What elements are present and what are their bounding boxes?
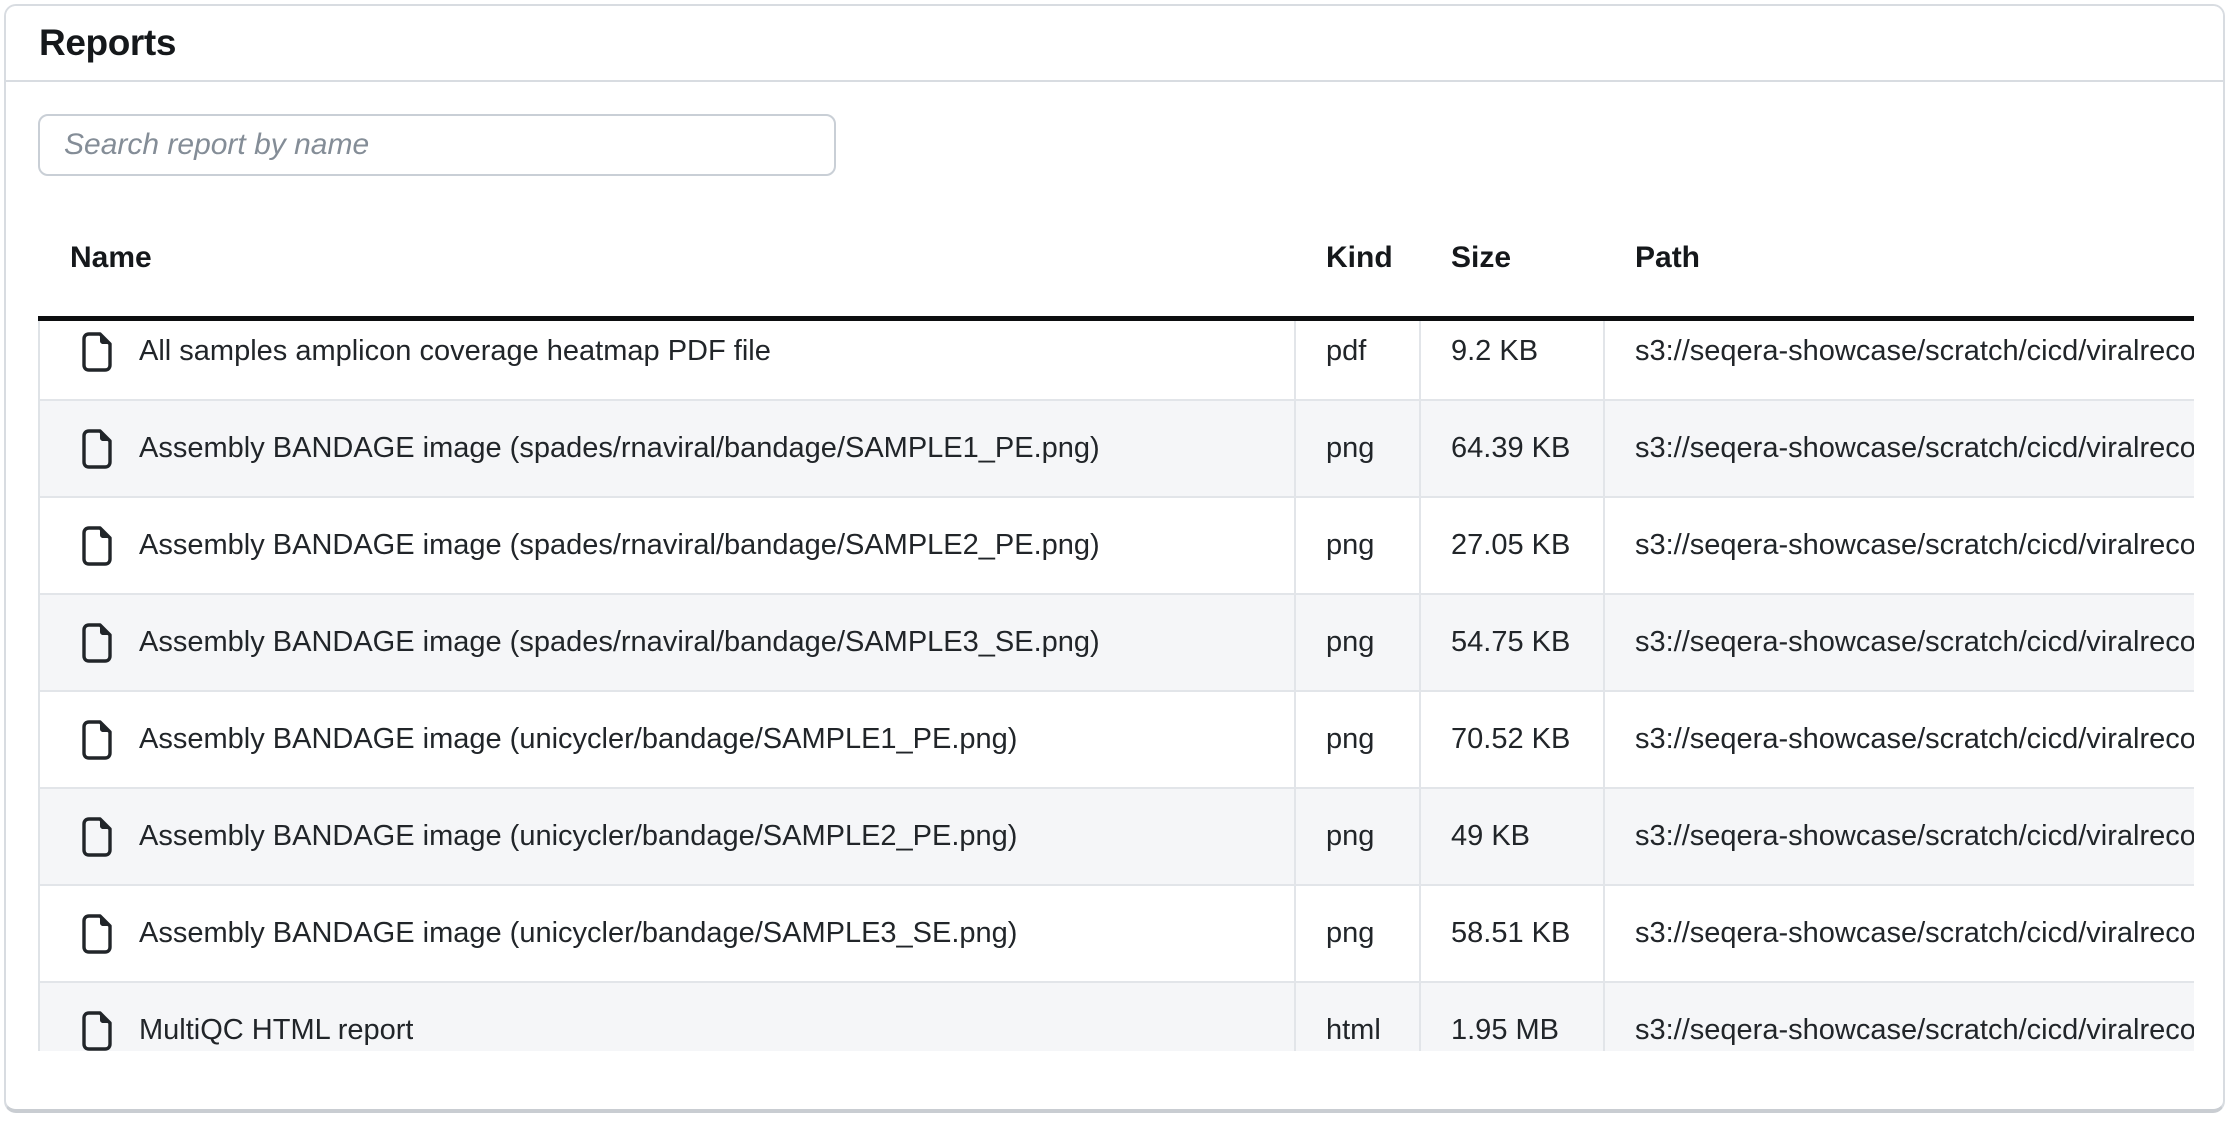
card-header: Reports xyxy=(6,6,2223,82)
report-size: 1.95 MB xyxy=(1419,983,1603,1051)
report-size: 64.39 KB xyxy=(1419,401,1603,496)
file-icon xyxy=(81,817,113,857)
report-kind: png xyxy=(1294,498,1419,593)
file-icon xyxy=(81,720,113,760)
report-name: Assembly BANDAGE image (spades/rnaviral/… xyxy=(139,529,1100,562)
column-header-name: Name xyxy=(38,200,1294,316)
report-kind: png xyxy=(1294,692,1419,787)
table-header-row: Name Kind Size Path xyxy=(38,200,2194,321)
report-name: Assembly BANDAGE image (unicycler/bandag… xyxy=(139,723,1017,756)
report-name: Assembly BANDAGE image (spades/rnaviral/… xyxy=(139,626,1100,659)
file-icon xyxy=(81,526,113,566)
name-cell: MultiQC HTML report xyxy=(40,983,1294,1051)
report-kind: png xyxy=(1294,886,1419,981)
table-row[interactable]: Assembly BANDAGE image (spades/rnaviral/… xyxy=(40,595,2194,692)
report-kind: png xyxy=(1294,789,1419,884)
reports-card: Reports Name Kind Size Path All samples … xyxy=(4,4,2225,1113)
file-icon xyxy=(81,623,113,663)
column-header-path: Path xyxy=(1603,200,2194,316)
report-name: Assembly BANDAGE image (unicycler/bandag… xyxy=(139,820,1017,853)
table-row[interactable]: Assembly BANDAGE image (spades/rnaviral/… xyxy=(40,401,2194,498)
report-kind: html xyxy=(1294,983,1419,1051)
report-size: 58.51 KB xyxy=(1419,886,1603,981)
report-kind: pdf xyxy=(1294,321,1419,399)
table-scroll-viewport[interactable]: All samples amplicon coverage heatmap PD… xyxy=(38,321,2194,1051)
report-name: Assembly BANDAGE image (unicycler/bandag… xyxy=(139,917,1017,950)
report-path: s3://seqera-showcase/scratch/cicd/viralr… xyxy=(1603,886,2194,981)
name-cell: Assembly BANDAGE image (spades/rnaviral/… xyxy=(40,595,1294,690)
report-path: s3://seqera-showcase/scratch/cicd/viralr… xyxy=(1603,789,2194,884)
page-title: Reports xyxy=(39,22,176,64)
table-row[interactable]: Assembly BANDAGE image (unicycler/bandag… xyxy=(40,692,2194,789)
report-name: MultiQC HTML report xyxy=(139,1014,413,1047)
name-cell: Assembly BANDAGE image (spades/rnaviral/… xyxy=(40,401,1294,496)
file-icon xyxy=(81,1011,113,1051)
name-cell: All samples amplicon coverage heatmap PD… xyxy=(40,321,1294,399)
report-size: 9.2 KB xyxy=(1419,321,1603,399)
search-input[interactable] xyxy=(38,114,836,176)
report-path: s3://seqera-showcase/scratch/cicd/viralr… xyxy=(1603,401,2194,496)
report-size: 49 KB xyxy=(1419,789,1603,884)
report-size: 70.52 KB xyxy=(1419,692,1603,787)
file-icon xyxy=(81,914,113,954)
table-row[interactable]: All samples amplicon coverage heatmap PD… xyxy=(40,321,2194,401)
reports-table: Name Kind Size Path All samples amplicon… xyxy=(38,200,2194,1051)
name-cell: Assembly BANDAGE image (unicycler/bandag… xyxy=(40,692,1294,787)
report-path: s3://seqera-showcase/scratch/cicd/viralr… xyxy=(1603,321,2194,399)
report-path: s3://seqera-showcase/scratch/cicd/viralr… xyxy=(1603,692,2194,787)
report-path: s3://seqera-showcase/scratch/cicd/viralr… xyxy=(1603,983,2194,1051)
table-body: All samples amplicon coverage heatmap PD… xyxy=(40,321,2194,1051)
card-body: Name Kind Size Path All samples amplicon… xyxy=(6,82,2223,1051)
table-row[interactable]: Assembly BANDAGE image (unicycler/bandag… xyxy=(40,886,2194,983)
report-name: Assembly BANDAGE image (spades/rnaviral/… xyxy=(139,432,1100,465)
column-header-kind: Kind xyxy=(1294,200,1419,316)
report-size: 27.05 KB xyxy=(1419,498,1603,593)
report-path: s3://seqera-showcase/scratch/cicd/viralr… xyxy=(1603,498,2194,593)
report-kind: png xyxy=(1294,595,1419,690)
file-icon xyxy=(81,429,113,469)
column-header-size: Size xyxy=(1419,200,1603,316)
table-row[interactable]: Assembly BANDAGE image (unicycler/bandag… xyxy=(40,789,2194,886)
name-cell: Assembly BANDAGE image (unicycler/bandag… xyxy=(40,789,1294,884)
file-icon xyxy=(81,332,113,372)
table-row[interactable]: Assembly BANDAGE image (spades/rnaviral/… xyxy=(40,498,2194,595)
report-path: s3://seqera-showcase/scratch/cicd/viralr… xyxy=(1603,595,2194,690)
table-row[interactable]: MultiQC HTML report html 1.95 MB s3://se… xyxy=(40,983,2194,1051)
report-kind: png xyxy=(1294,401,1419,496)
report-size: 54.75 KB xyxy=(1419,595,1603,690)
name-cell: Assembly BANDAGE image (unicycler/bandag… xyxy=(40,886,1294,981)
report-name: All samples amplicon coverage heatmap PD… xyxy=(139,335,771,368)
name-cell: Assembly BANDAGE image (spades/rnaviral/… xyxy=(40,498,1294,593)
